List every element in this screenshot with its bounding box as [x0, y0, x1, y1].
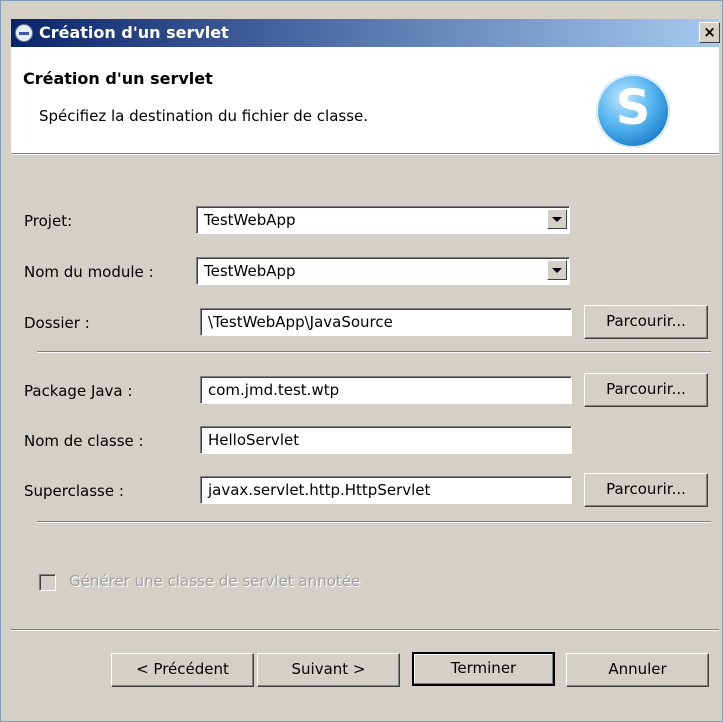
next-button[interactable]: Suivant > [257, 653, 400, 687]
wizard-header: Création d'un servlet Spécifiez la desti… [11, 47, 719, 153]
module-label: Nom du module : [24, 263, 154, 281]
logo-letter: S [615, 80, 651, 136]
browse-superclass-button[interactable]: Parcourir... [584, 473, 708, 507]
folder-input[interactable]: \TestWebApp\JavaSource [200, 308, 572, 336]
folder-value: \TestWebApp\JavaSource [208, 313, 393, 331]
package-value: com.jmd.test.wtp [208, 381, 340, 399]
footer-separator [11, 629, 719, 631]
previous-button[interactable]: < Précédent [111, 653, 254, 687]
section-separator [37, 521, 711, 523]
folder-label: Dossier : [24, 314, 90, 332]
project-label: Projet: [24, 212, 73, 230]
package-label: Package Java : [24, 382, 133, 400]
class-name-value: HelloServlet [208, 431, 300, 449]
class-name-input[interactable]: HelloServlet [200, 426, 572, 454]
chevron-down-icon[interactable] [547, 260, 567, 280]
annotated-checkbox-label: Générer une classe de servlet annotée [69, 572, 361, 590]
module-value: TestWebApp [204, 262, 296, 280]
dialog-window: Création d'un servlet × Création d'un se… [0, 0, 723, 722]
project-combo[interactable]: TestWebApp [196, 206, 570, 234]
package-input[interactable]: com.jmd.test.wtp [200, 376, 572, 404]
header-separator [11, 153, 719, 155]
wizard-title: Création d'un servlet [23, 69, 213, 88]
section-separator [37, 351, 711, 353]
wizard-description: Spécifiez la destination du fichier de c… [39, 107, 369, 125]
cancel-button[interactable]: Annuler [566, 653, 709, 687]
superclass-label: Superclasse : [24, 482, 124, 500]
superclass-value: javax.servlet.http.HttpServlet [208, 481, 431, 499]
annotated-checkbox[interactable] [39, 574, 56, 591]
project-value: TestWebApp [204, 211, 296, 229]
class-label: Nom de classe : [24, 432, 144, 450]
window-title: Création d'un servlet [39, 23, 229, 42]
browse-package-button[interactable]: Parcourir... [584, 373, 708, 407]
eclipse-app-icon [15, 24, 33, 42]
chevron-down-icon[interactable] [547, 209, 567, 229]
finish-button[interactable]: Terminer [412, 652, 555, 686]
browse-folder-button[interactable]: Parcourir... [584, 305, 708, 339]
title-bar[interactable]: Création d'un servlet × [11, 19, 720, 47]
servlet-logo-icon: S [596, 74, 670, 148]
superclass-input[interactable]: javax.servlet.http.HttpServlet [200, 476, 572, 504]
close-button[interactable]: × [699, 22, 720, 43]
module-combo[interactable]: TestWebApp [196, 257, 570, 285]
